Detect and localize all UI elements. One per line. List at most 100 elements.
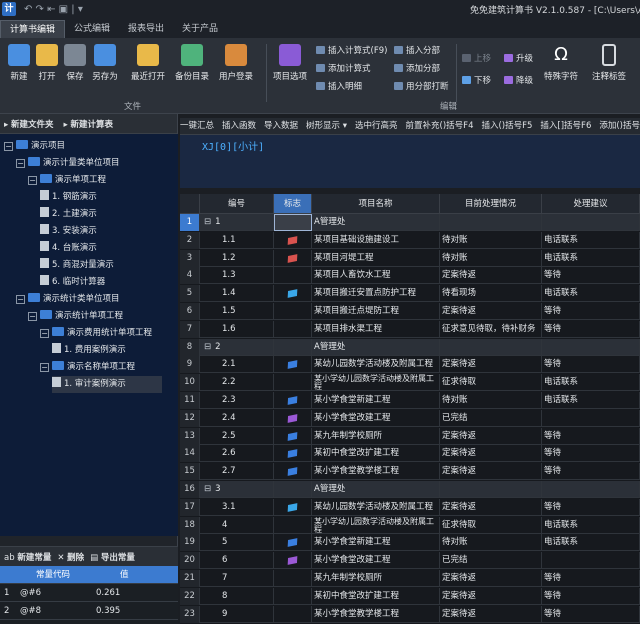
ribbon-button-7[interactable]: 用户登录 [214, 44, 258, 82]
table-row[interactable]: 22 8 某初中食堂改扩建工程 定案待返 等待 [180, 587, 640, 605]
flag-cell[interactable] [274, 374, 312, 392]
new-folder-button[interactable]: ▸ 新建文件夹 [4, 118, 53, 130]
ribbon-button-2[interactable]: 打开 [32, 44, 62, 82]
ribbon-button-5[interactable]: 最近打开 [126, 44, 170, 82]
tree-node[interactable]: − 演示费用统计单项工程 [40, 325, 152, 342]
collapse-toggle-icon[interactable]: ⊟ [204, 484, 211, 494]
row-number[interactable]: 5 [180, 285, 200, 303]
row-number[interactable]: 15 [180, 463, 200, 481]
tree-node[interactable]: − 演示统计单项工程 [28, 308, 123, 325]
row-number[interactable]: 20 [180, 552, 200, 570]
table-row[interactable]: 20 6 某小学食堂改建工程 已完结 [180, 552, 640, 570]
insert-formula-item-1[interactable]: 插入计算式(F9) [316, 44, 387, 58]
new-sheet-button[interactable]: ▸ 新建计算表 [63, 118, 112, 130]
tree-node[interactable]: 1. 费用案例演示 [52, 342, 126, 359]
row-number[interactable]: 18 [180, 516, 200, 534]
sheet-toolbar-item-4[interactable]: 树形显示 ▾ [306, 121, 347, 131]
flag-cell[interactable] [274, 552, 312, 570]
table-row[interactable]: 13 2.5 某九年制学校厕所 定案待返 等待 [180, 427, 640, 445]
table-row[interactable]: 10 2.2 某小学幼儿园数学活动楼及附属工程 征求待取 电话联系 [180, 374, 640, 392]
tree-node[interactable]: 4. 台账演示 [40, 240, 97, 257]
tree-node[interactable]: 3. 安装演示 [40, 223, 97, 240]
formula-text[interactable]: XJ[0][小计] [202, 138, 264, 153]
collapse-toggle-icon[interactable]: ⊟ [204, 342, 211, 352]
level-up-button[interactable]: 升级 [504, 52, 533, 66]
flag-cell[interactable] [274, 303, 312, 320]
flag-cell[interactable] [274, 214, 312, 231]
table-row[interactable]: 3 1.2 某项目河堤工程 待对账 电话联系 [180, 249, 640, 267]
row-number[interactable]: 19 [180, 534, 200, 552]
ribbon-button-3[interactable]: 保存 [60, 44, 90, 82]
table-row[interactable]: 23 9 某小学食堂教学楼工程 定案待返 等待 [180, 605, 640, 623]
tree-node[interactable]: 5. 商混对量演示 [40, 257, 114, 274]
row-number[interactable]: 8 [180, 338, 200, 356]
flag-cell[interactable] [274, 356, 312, 374]
collapse-toggle-icon[interactable]: ⊟ [204, 217, 211, 227]
column-header-6[interactable]: 处理建议 [542, 194, 640, 214]
row-number[interactable]: 4 [180, 267, 200, 285]
row-number[interactable]: 14 [180, 445, 200, 463]
flag-cell[interactable] [274, 249, 312, 267]
row-number[interactable]: 2 [180, 231, 200, 249]
row-number[interactable]: 17 [180, 498, 200, 516]
row-number[interactable]: 23 [180, 605, 200, 623]
row-number[interactable]: 12 [180, 409, 200, 427]
table-row[interactable]: 2 1.1 某项目基础设施建设工 待对账 电话联系 [180, 231, 640, 249]
constant-row[interactable]: 2 @#8 0.395 [0, 602, 178, 620]
level-down-button[interactable]: 降级 [504, 74, 533, 88]
ribbon-button-6[interactable]: 备份目录 [170, 44, 214, 82]
row-number[interactable]: 13 [180, 427, 200, 445]
table-row[interactable]: 12 2.4 某小学食堂改建工程 已完结 [180, 409, 640, 427]
collapse-toggle-icon[interactable]: − [28, 176, 37, 185]
row-number[interactable]: 3 [180, 249, 200, 267]
flag-cell[interactable] [274, 320, 312, 338]
tree-node[interactable]: − 演示统计类单位项目 [16, 291, 120, 308]
row-number[interactable]: 1 [180, 214, 200, 231]
table-row[interactable]: 6 1.5 某项目搬迁点堤防工程 定案待返 等待 [180, 303, 640, 320]
row-number[interactable]: 7 [180, 320, 200, 338]
move-up-button[interactable]: 上移 [462, 52, 491, 66]
sheet-toolbar-item-7[interactable]: 插入()括号F5 [481, 121, 532, 131]
flag-cell[interactable] [274, 267, 312, 285]
table-row[interactable]: 4 1.3 某项目人畜饮水工程 定案待返 等待 [180, 267, 640, 285]
group-row[interactable]: 1 ⊟ 1 A管理处 [180, 214, 640, 231]
collapse-toggle-icon[interactable]: − [16, 159, 25, 168]
flag-cell[interactable] [274, 231, 312, 249]
collapse-toggle-icon[interactable]: − [16, 295, 25, 304]
tab-2[interactable]: 公式编辑 [65, 20, 119, 38]
collapse-toggle-icon[interactable]: − [28, 312, 37, 321]
row-number[interactable]: 6 [180, 303, 200, 320]
tab-4[interactable]: 关于产品 [173, 20, 227, 38]
flag-cell[interactable] [274, 338, 312, 356]
row-number[interactable]: 11 [180, 392, 200, 409]
flag-cell[interactable] [274, 534, 312, 552]
insert-section-item-1[interactable]: 插入分部 [394, 44, 440, 58]
flag-cell[interactable] [274, 498, 312, 516]
collapse-toggle-icon[interactable]: − [4, 142, 13, 151]
column-header-3[interactable]: 标志 [274, 194, 312, 214]
tree-node[interactable]: − 演示项目 [4, 138, 65, 155]
table-row[interactable]: 7 1.6 某项目排水渠工程 征求意见待取，待补财务 等待 [180, 320, 640, 338]
insert-section-item-2[interactable]: 添加分部 [394, 62, 440, 76]
ribbon-button-4[interactable]: 另存为 [90, 44, 120, 82]
row-number[interactable]: 16 [180, 481, 200, 498]
insert-section-item-3[interactable]: 用分部打断 [394, 80, 449, 94]
flag-cell[interactable] [274, 427, 312, 445]
tree-node[interactable]: 6. 临时计算器 [40, 274, 105, 291]
insert-formula-item-2[interactable]: 添加计算式 [316, 62, 371, 76]
delete-constant-button[interactable]: ✕ 删除 [57, 551, 84, 563]
tree-node[interactable]: − 演示计量类单位项目 [16, 155, 120, 172]
flag-cell[interactable] [274, 285, 312, 303]
flag-cell[interactable] [274, 392, 312, 409]
table-row[interactable]: 14 2.6 某初中食堂改扩建工程 定案待返 等待 [180, 445, 640, 463]
table-row[interactable]: 18 4 某小学幼儿园数学活动楼及附属工程 征求待取 电话联系 [180, 516, 640, 534]
flag-cell[interactable] [274, 409, 312, 427]
formula-editor[interactable]: XJ[0][小计] [180, 134, 640, 188]
column-header-2[interactable]: 编号 [200, 194, 274, 214]
tab-1[interactable]: 计算书编辑 [0, 20, 66, 38]
collapse-toggle-icon[interactable]: − [40, 363, 49, 372]
sheet-toolbar-item-9[interactable]: 添加()括号F [599, 121, 640, 131]
tree-node[interactable]: 2. 土建演示 [40, 206, 97, 223]
flag-cell[interactable] [274, 605, 312, 623]
quick-access-toolbar[interactable]: ↶ ↷ ⇤ ▣ | ▾ [24, 4, 83, 15]
